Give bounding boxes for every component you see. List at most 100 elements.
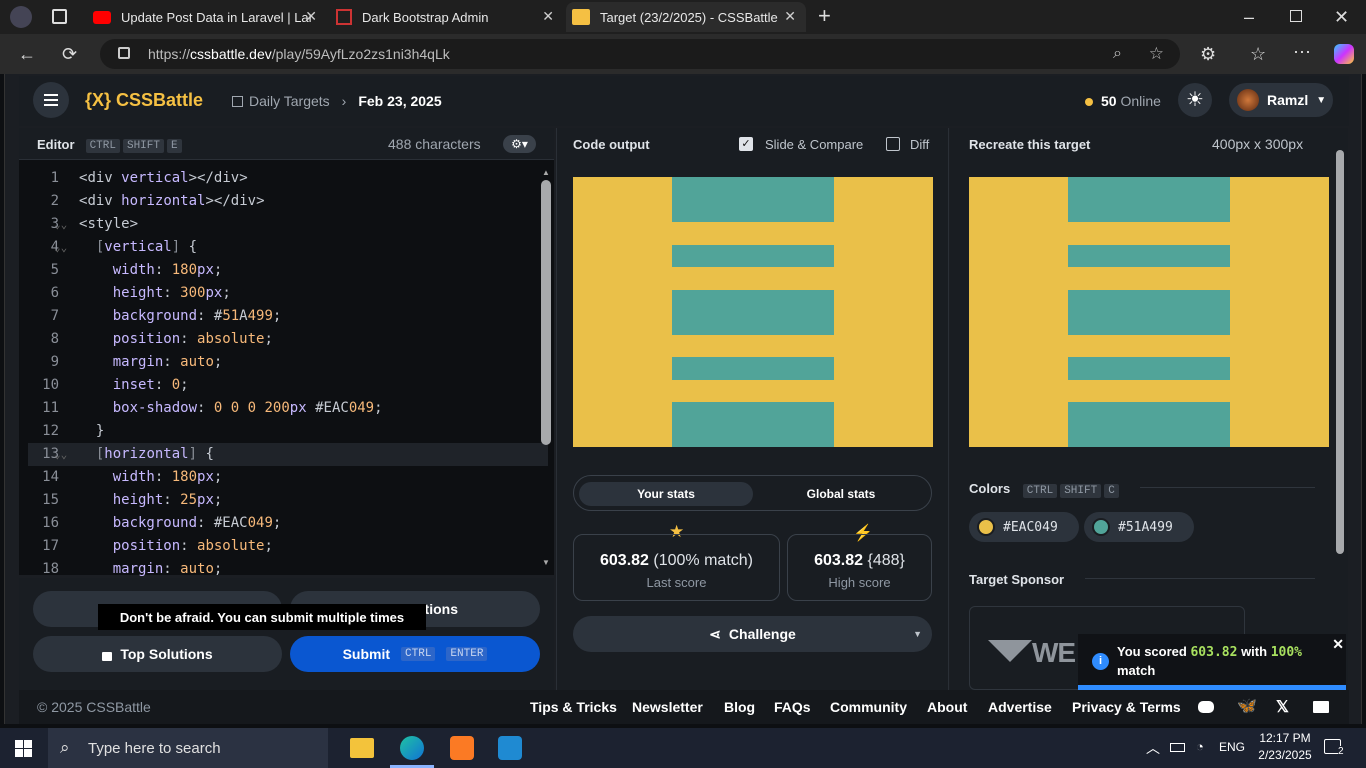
wifi-icon[interactable]: ◔ — [1196, 739, 1204, 754]
top-solutions-button[interactable]: Top Solutions — [33, 636, 282, 672]
email-icon[interactable] — [1313, 701, 1329, 713]
color-swatch-teal[interactable]: #51A499 — [1084, 512, 1194, 542]
close-icon[interactable]: ✕ — [305, 8, 317, 25]
clock[interactable]: 12:17 PM 2/23/2025 — [1253, 730, 1317, 764]
bluesky-icon[interactable]: 🦋 — [1237, 696, 1257, 716]
online-count: 50 — [1101, 93, 1117, 109]
window-close-icon[interactable]: ✕ — [1334, 8, 1349, 26]
code-line[interactable]: 3 <style> ⌄⌄ — [28, 213, 548, 236]
code-output-canvas[interactable] — [573, 177, 933, 447]
color-label: #EAC049 — [1003, 519, 1058, 535]
code-line[interactable]: 5 width: 180px; — [28, 259, 548, 282]
reload-icon[interactable]: ⟳ — [62, 45, 77, 63]
diff-toggle[interactable]: Diff — [886, 130, 929, 158]
target-scrollbar[interactable] — [1336, 150, 1344, 554]
battery-icon[interactable] — [1170, 743, 1185, 752]
submit-button[interactable]: Submit CTRL ENTER — [290, 636, 540, 672]
code-line[interactable]: 7 background: #51A499; — [28, 305, 548, 328]
scroll-up-icon[interactable]: ▲ — [542, 168, 550, 177]
minimize-icon[interactable]: – — [1244, 8, 1254, 26]
last-score-card: 603.82 (100% match) Last score — [573, 534, 780, 601]
checkbox-icon[interactable] — [886, 137, 900, 151]
restore-icon[interactable] — [1290, 10, 1302, 22]
favorite-star-icon[interactable]: ☆ — [1149, 44, 1164, 64]
profile-avatar[interactable] — [10, 6, 32, 28]
code-line[interactable]: 17 position: absolute; — [28, 535, 548, 558]
footer-link-advertise[interactable]: Advertise — [988, 699, 1052, 715]
code-line[interactable]: 6 height: 300px; — [28, 282, 548, 305]
tab-your-stats[interactable]: Your stats — [579, 482, 753, 506]
tray-chevron-up-icon[interactable]: ︿ — [1146, 738, 1160, 758]
code-line[interactable]: 9 margin: auto; — [28, 351, 548, 374]
new-tab-icon[interactable]: + — [818, 5, 831, 27]
tab-actions-icon[interactable] — [52, 9, 67, 24]
zoom-icon[interactable]: ⌕ — [1113, 45, 1122, 63]
code-line[interactable]: 10 inset: 0; — [28, 374, 548, 397]
copilot-icon[interactable] — [1334, 44, 1354, 64]
code-line[interactable]: 2 <div horizontal></div> — [28, 190, 548, 213]
code-line[interactable]: 13 [horizontal] {⌄⌄ — [28, 443, 548, 466]
slide-compare-toggle[interactable]: ✓ Slide & Compare — [739, 130, 863, 158]
checkbox-checked-icon[interactable]: ✓ — [739, 137, 753, 151]
url-field[interactable]: https://cssbattle.dev/play/59AyfLzo2zs1n… — [100, 39, 1180, 69]
file-explorer-icon[interactable] — [350, 738, 374, 758]
windows-start-icon[interactable] — [15, 740, 32, 757]
color-swatch-yellow[interactable]: #EAC049 — [969, 512, 1079, 542]
editor-scrollbar[interactable] — [541, 180, 551, 445]
code-line[interactable]: 16 background: #EAC049; — [28, 512, 548, 535]
footer-link-newsletter[interactable]: Newsletter — [632, 699, 703, 715]
fold-chevron-icon[interactable]: ⌄⌄ — [54, 443, 67, 466]
menu-button[interactable] — [33, 82, 69, 118]
sponsor-logo: WE — [988, 637, 1076, 669]
theme-toggle-sun-icon[interactable]: ☀ — [1178, 83, 1212, 117]
vscode-icon[interactable] — [498, 736, 522, 760]
code-line[interactable]: 14 width: 180px; — [28, 466, 548, 489]
x-twitter-icon[interactable]: 𝕏 — [1276, 697, 1289, 717]
online-label: Online — [1120, 93, 1161, 109]
code-line[interactable]: 8 position: absolute; — [28, 328, 548, 351]
tab-dark-bootstrap[interactable]: Dark Bootstrap Admin ✕ — [328, 2, 564, 32]
user-menu[interactable]: Ramzl ▼ — [1229, 83, 1333, 117]
xampp-icon[interactable] — [450, 736, 474, 760]
target-canvas[interactable] — [969, 177, 1329, 447]
chevron-down-icon[interactable]: ▼ — [913, 629, 922, 639]
taskbar-search[interactable]: ⌕ Type here to search — [48, 728, 328, 768]
code-line[interactable]: 12 } — [28, 420, 548, 443]
scroll-down-icon[interactable]: ▼ — [542, 558, 550, 567]
code-text: background: #EAC049; — [112, 515, 282, 531]
footer-link-privacy[interactable]: Privacy & Terms — [1072, 699, 1181, 715]
submit-label: Submit — [342, 646, 391, 662]
more-menu-icon[interactable]: ⋯ — [1293, 43, 1311, 61]
fold-chevron-icon[interactable]: ⌄⌄ — [54, 213, 67, 236]
footer-link-blog[interactable]: Blog — [724, 699, 755, 715]
code-line[interactable]: 15 height: 25px; — [28, 489, 548, 512]
challenge-button[interactable]: ⋖ Challenge ▼ — [573, 616, 932, 652]
cssbattle-logo[interactable]: {X} CSSBattle — [85, 90, 203, 111]
tab-global-stats[interactable]: Global stats — [754, 482, 928, 506]
editor-settings-button[interactable]: ⚙▾ — [503, 135, 536, 153]
code-text: <div horizontal></div> — [79, 193, 265, 209]
footer-link-about[interactable]: About — [927, 699, 967, 715]
extensions-icon[interactable]: ⚙ — [1200, 45, 1216, 63]
close-icon[interactable]: ✕ — [542, 8, 554, 25]
toast-score: 603.82 — [1190, 645, 1238, 660]
tab-cssbattle-target[interactable]: Target (23/2/2025) - CSSBattle ✕ — [566, 2, 806, 32]
favorites-icon[interactable]: ☆ — [1250, 45, 1266, 63]
back-icon[interactable]: ← — [18, 45, 36, 63]
teal-stripe — [672, 244, 834, 267]
close-icon[interactable]: ✕ — [784, 8, 796, 25]
teal-stripe — [1068, 289, 1230, 335]
edge-icon[interactable] — [400, 736, 424, 760]
footer-link-community[interactable]: Community — [830, 699, 907, 715]
breadcrumb-daily-targets[interactable]: Daily Targets — [249, 93, 330, 109]
footer-link-faqs[interactable]: FAQs — [774, 699, 811, 715]
footer-link-tips[interactable]: Tips & Tricks — [530, 699, 617, 715]
code-line[interactable]: 4 [vertical] {⌄⌄ — [28, 236, 548, 259]
language-indicator[interactable]: ENG — [1219, 740, 1245, 754]
tab-laravel-post[interactable]: Update Post Data in Laravel | Lara ✕ — [85, 2, 325, 32]
code-line[interactable]: 11 box-shadow: 0 0 0 200px #EAC049; — [28, 397, 548, 420]
toast-close-icon[interactable]: ✕ — [1332, 636, 1344, 653]
code-line[interactable]: 1 <div vertical></div> — [28, 167, 548, 190]
fold-chevron-icon[interactable]: ⌄⌄ — [54, 236, 67, 259]
discord-icon[interactable] — [1198, 701, 1214, 713]
